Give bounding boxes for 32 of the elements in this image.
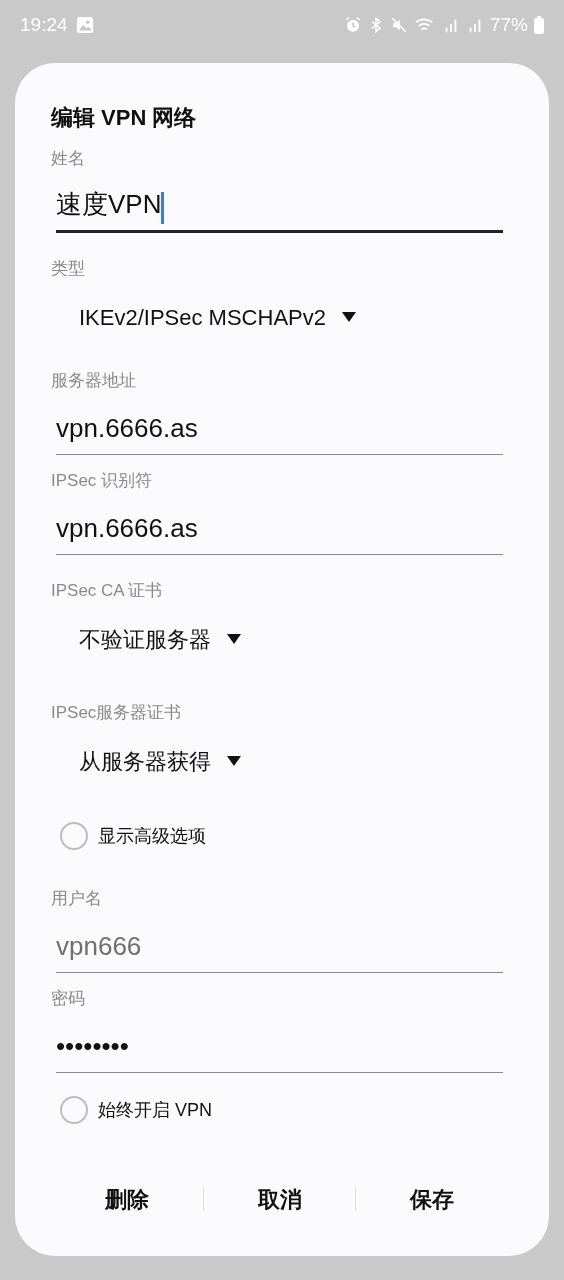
dialog-button[interactable]: 保存 [356,1182,508,1216]
field-label: IPSec 识别符 [51,471,154,491]
input-field[interactable]: •••••••• [56,1009,503,1073]
field-label: IPSec服务器证书 [51,703,183,723]
input-field[interactable]: vpn.6666.as [56,391,503,455]
caret-icon [227,756,241,766]
dialog-button[interactable]: 删除 [51,1182,203,1216]
dropdown[interactable]: IKEv2/IPSec MSCHAPv2 [79,300,356,334]
dialog-button[interactable]: 取消 [203,1182,356,1216]
field-label: 用户名 [51,889,103,909]
field-label: IPSec CA 证书 [51,581,164,601]
caret-icon [227,634,241,644]
field-label: 服务器地址 [51,371,137,391]
dropdown[interactable]: 不验证服务器 [79,622,241,656]
dialog-title: 编辑 VPN 网络 [51,104,198,132]
field-label: 类型 [51,259,86,279]
input-field[interactable]: vpn666 [56,909,503,973]
text-cursor [161,192,165,224]
mute-icon [389,16,408,34]
battery-icon [534,16,544,34]
dropdown[interactable]: 从服务器获得 [79,744,241,778]
input-field[interactable]: 速度VPN [56,169,503,233]
checkbox-label: 显示高级选项 [98,824,206,848]
checkbox-label: 始终开启 VPN [98,1098,212,1122]
field-label: 密码 [51,989,86,1009]
checkbox[interactable] [60,822,88,850]
checkbox[interactable] [60,1096,88,1124]
input-field[interactable]: vpn.6666.as [56,491,503,555]
alarm-icon [343,16,362,34]
caret-icon [342,312,356,322]
field-label: 姓名 [51,149,86,169]
image-icon [75,16,94,34]
